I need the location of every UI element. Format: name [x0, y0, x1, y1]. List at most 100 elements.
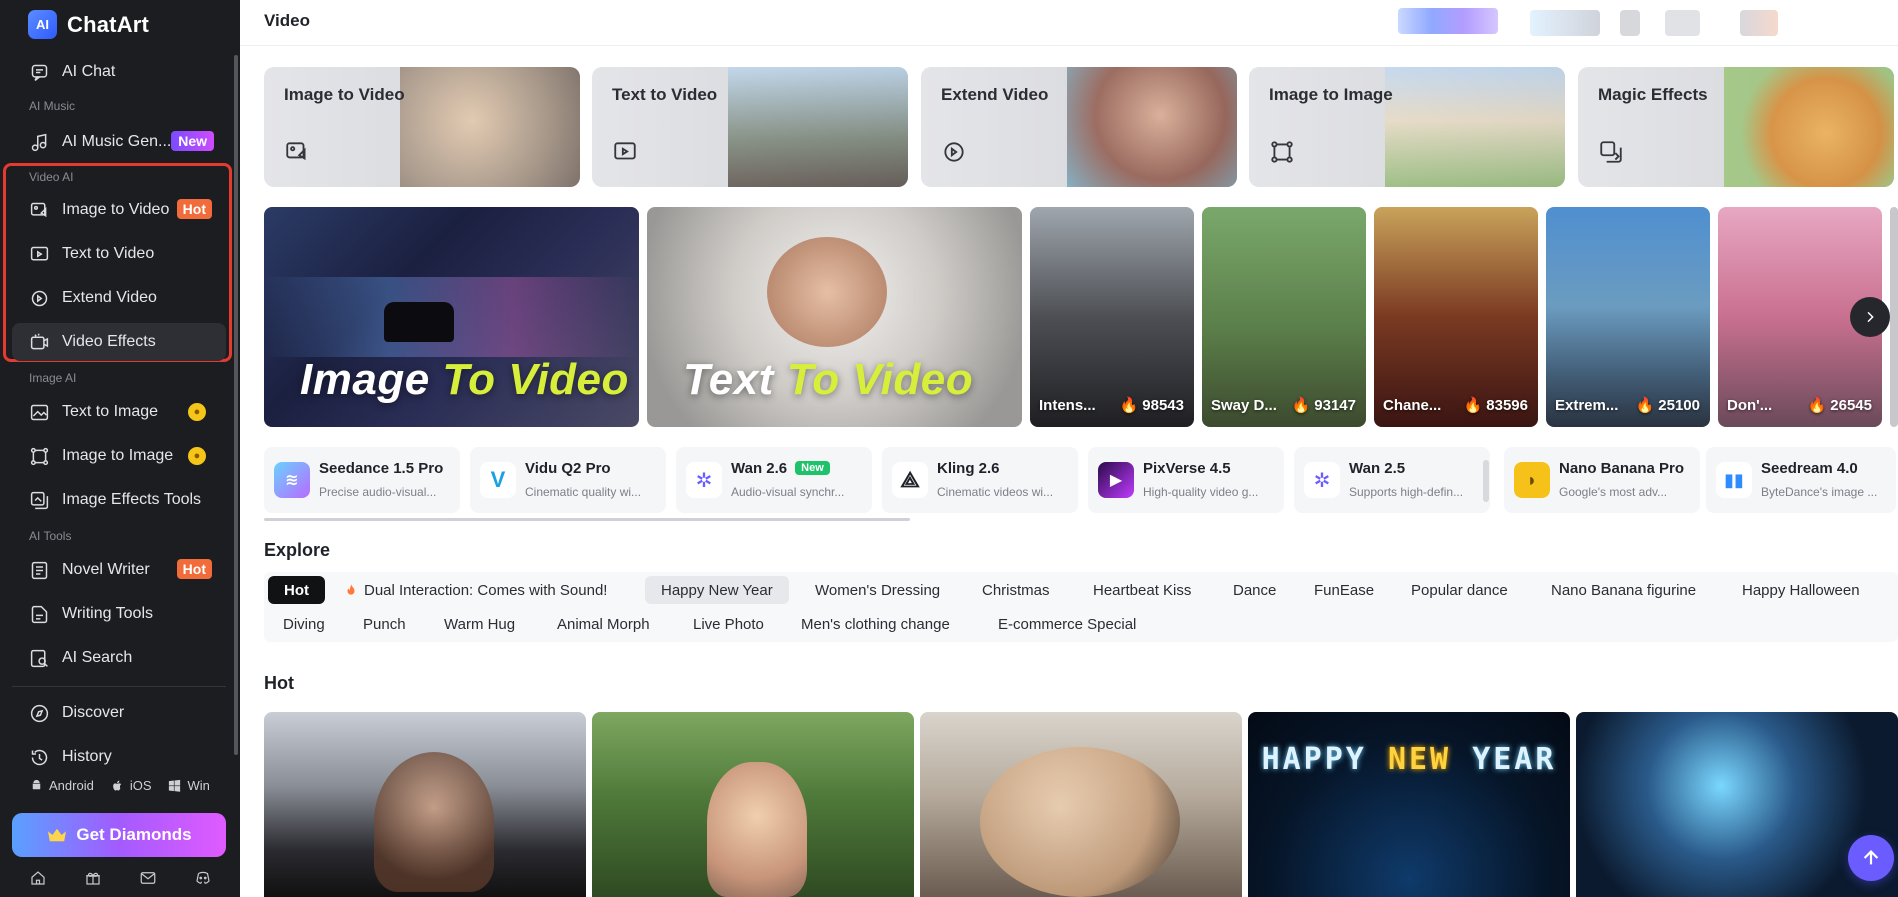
sidebar-item-extend-video[interactable]: Extend Video: [12, 279, 226, 317]
ios-link[interactable]: iOS: [110, 778, 152, 793]
model-desc: Supports high-defin...: [1349, 485, 1464, 499]
sidebar-item-label: Image Effects Tools: [62, 491, 202, 508]
model-chip[interactable]: ▶ PixVerse 4.5 High-quality video g...: [1088, 447, 1284, 513]
tag-nano-banana-figurine[interactable]: Nano Banana figurine: [1535, 576, 1712, 604]
effect-card[interactable]: Chane... 🔥 83596: [1374, 207, 1538, 427]
feature-card-text-to-video[interactable]: Text to Video: [592, 67, 908, 187]
sidebar-item-history[interactable]: History: [12, 738, 226, 776]
model-chip[interactable]: ✲ Wan 2.6 New Audio-visual synchr...: [676, 447, 872, 513]
model-chip[interactable]: ▮▮ Seedream 4.0 ByteDance's image ...: [1706, 447, 1896, 513]
seedream-logo-icon: ▮▮: [1716, 462, 1752, 498]
redacted-area: [1620, 10, 1640, 36]
carousel-next-button[interactable]: [1850, 297, 1890, 337]
get-diamonds-button[interactable]: Get Diamonds: [12, 813, 226, 857]
tag-diving[interactable]: Diving: [267, 610, 341, 638]
tag-heartbeat-kiss[interactable]: Heartbeat Kiss: [1077, 576, 1207, 604]
feature-card-magic-effects[interactable]: Magic Effects: [1578, 67, 1894, 187]
tag-womens-dressing[interactable]: Women's Dressing: [799, 576, 956, 604]
sidebar-item-label: Image to Image: [62, 447, 174, 464]
effect-card-partial[interactable]: [1890, 207, 1898, 427]
android-link[interactable]: Android: [29, 778, 94, 793]
sidebar-item-novel-writer[interactable]: Novel Writer Hot: [12, 551, 226, 589]
car-shape: [384, 302, 454, 342]
tag-mens-clothing-change[interactable]: Men's clothing change: [785, 610, 966, 638]
model-chip[interactable]: ⟁ Kling 2.6 Cinematic videos wi...: [882, 447, 1078, 513]
brand[interactable]: AI ChatArt: [28, 10, 149, 39]
model-chip[interactable]: V Vidu Q2 Pro Cinematic quality wi...: [470, 447, 666, 513]
gift-icon[interactable]: [84, 869, 102, 892]
effect-name: Don'...: [1727, 397, 1773, 414]
tag-dual-interaction[interactable]: Dual Interaction: Comes with Sound!: [328, 576, 623, 604]
tag-popular-dance[interactable]: Popular dance: [1395, 576, 1524, 604]
sidebar: AI ChatArt AI Chat AI Music AI Music Gen…: [0, 0, 240, 897]
effect-card[interactable]: Sway D... 🔥 93147: [1202, 207, 1366, 427]
banner-title-part: Text: [683, 355, 787, 404]
sidebar-item-ai-music[interactable]: AI Music Gen... New: [12, 123, 226, 161]
sidebar-item-discover[interactable]: Discover: [12, 694, 226, 732]
hot-card[interactable]: [920, 712, 1242, 897]
effect-name: Extrem...: [1555, 397, 1619, 414]
hot-card[interactable]: [1576, 712, 1898, 897]
tag-happy-new-year[interactable]: Happy New Year: [645, 576, 789, 604]
sidebar-item-text-to-video[interactable]: Text to Video: [12, 235, 226, 273]
hot-card[interactable]: HAPPY NEW YEAR: [1248, 712, 1570, 897]
discord-icon[interactable]: [194, 869, 212, 892]
model-list-scroll-handle[interactable]: [1483, 460, 1489, 502]
model-name: Vidu Q2 Pro: [525, 460, 611, 477]
wan-logo-icon: ✲: [686, 462, 722, 498]
android-label: Android: [49, 778, 94, 793]
banner-text-to-video[interactable]: Text To Video: [647, 207, 1022, 427]
effect-card[interactable]: Extrem... 🔥 25100: [1546, 207, 1710, 427]
sidebar-item-ai-chat[interactable]: AI Chat: [12, 53, 226, 91]
hot-card[interactable]: [264, 712, 586, 897]
tag-punch[interactable]: Punch: [347, 610, 422, 638]
tag-dance[interactable]: Dance: [1217, 576, 1292, 604]
sidebar-item-ai-search[interactable]: AI Search: [12, 639, 226, 677]
tag-hot[interactable]: Hot: [268, 576, 325, 604]
sidebar-item-writing-tools[interactable]: Writing Tools: [12, 595, 226, 633]
ios-label: iOS: [129, 778, 152, 793]
feature-card-extend-video[interactable]: Extend Video: [921, 67, 1237, 187]
image-image-icon: [1269, 139, 1295, 165]
banner-image-to-video[interactable]: Image To Video: [264, 207, 639, 427]
sidebar-item-image-to-video[interactable]: Image to Video Hot: [12, 191, 226, 229]
tag-happy-halloween[interactable]: Happy Halloween: [1726, 576, 1876, 604]
text-video-icon: [612, 139, 638, 165]
tag-label: Dual Interaction: Comes with Sound!: [364, 581, 608, 599]
tag-ecommerce-special[interactable]: E-commerce Special: [982, 610, 1152, 638]
home-icon[interactable]: [29, 869, 47, 892]
tag-warm-hug[interactable]: Warm Hug: [428, 610, 531, 638]
model-desc: High-quality video g...: [1143, 485, 1259, 499]
hot-card[interactable]: [592, 712, 914, 897]
compass-icon: [29, 703, 50, 724]
tag-live-photo[interactable]: Live Photo: [677, 610, 780, 638]
banner-title-accent: To Video: [786, 355, 974, 404]
effect-card[interactable]: Intens... 🔥 98543: [1030, 207, 1194, 427]
tag-funease[interactable]: FunEase: [1298, 576, 1390, 604]
mail-icon[interactable]: [139, 869, 157, 892]
explore-title: Explore: [264, 540, 331, 560]
sidebar-item-video-effects[interactable]: Video Effects: [12, 323, 226, 361]
model-chip[interactable]: ◗ Nano Banana Pro Google's most adv...: [1504, 447, 1700, 513]
top-header: Video: [240, 0, 1898, 46]
section-label-ai-tools: AI Tools: [29, 529, 72, 543]
effect-count: 🔥 26545: [1807, 397, 1872, 414]
model-list-scrollbar[interactable]: [264, 518, 910, 521]
model-chip[interactable]: ✲ Wan 2.5 Supports high-defin...: [1294, 447, 1490, 513]
effect-count: 🔥 98543: [1119, 397, 1184, 414]
model-chip[interactable]: ≋ Seedance 1.5 Pro Precise audio-visual.…: [264, 447, 460, 513]
scroll-to-top-button[interactable]: [1848, 835, 1894, 881]
sidebar-item-image-effects-tools[interactable]: Image Effects Tools: [12, 481, 226, 519]
tag-christmas[interactable]: Christmas: [966, 576, 1066, 604]
model-desc: Cinematic videos wi...: [937, 485, 1054, 499]
chatart-logo-icon: AI: [28, 10, 57, 39]
tag-animal-morph[interactable]: Animal Morph: [541, 610, 666, 638]
page-title: Video: [264, 11, 310, 30]
sidebar-item-image-to-image[interactable]: Image to Image ●: [12, 437, 226, 475]
windows-link[interactable]: Win: [167, 778, 210, 793]
feature-card-image-to-video[interactable]: Image to Video: [264, 67, 580, 187]
sidebar-scrollbar[interactable]: [234, 55, 238, 755]
feature-card-image-to-image[interactable]: Image to Image: [1249, 67, 1565, 187]
section-label-video-ai: Video AI: [29, 170, 74, 184]
sidebar-item-text-to-image[interactable]: Text to Image ●: [12, 393, 226, 431]
